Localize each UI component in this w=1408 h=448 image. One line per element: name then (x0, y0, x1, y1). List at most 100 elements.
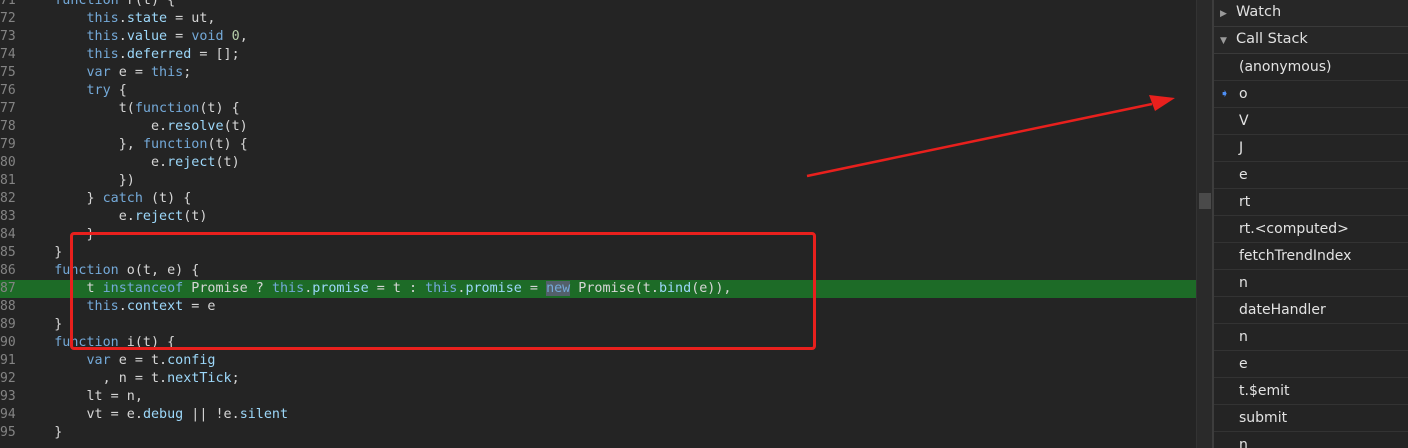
code-editor[interactable]: 71 function r(t) {72 this.state = ut, 73 … (0, 0, 1196, 448)
code-line[interactable]: 78 e.resolve(t) (0, 118, 1196, 136)
callstack-label: Call Stack (1236, 31, 1308, 47)
line-number[interactable]: 76 (0, 82, 16, 100)
line-number[interactable]: 94 (0, 406, 16, 424)
editor-vertical-scrollbar[interactable] (1196, 0, 1213, 448)
watch-label: Watch (1236, 4, 1282, 20)
callstack-frame[interactable]: rt.<computed> (1214, 216, 1408, 243)
line-number[interactable]: 75 (0, 64, 16, 82)
code-text: e.reject(t) (22, 155, 240, 170)
callstack-frame[interactable]: e (1214, 162, 1408, 189)
callstack-frame[interactable]: n (1214, 324, 1408, 351)
code-text: } (22, 425, 63, 440)
watch-section-header[interactable]: ▶ Watch (1214, 0, 1408, 27)
code-line[interactable]: 73 this.value = void 0, (0, 28, 1196, 46)
code-text: } (22, 317, 63, 332)
line-number[interactable]: 84 (0, 226, 16, 244)
line-number[interactable]: 89 (0, 316, 16, 334)
code-text: }) (22, 173, 135, 188)
code-line[interactable]: 76 try { (0, 82, 1196, 100)
code-text: lt = n, (22, 389, 143, 404)
callstack-frame-label: e (1239, 167, 1248, 183)
code-line[interactable]: 82 } catch (t) { (0, 190, 1196, 208)
code-line[interactable]: 93 lt = n, (0, 388, 1196, 406)
callstack-frame[interactable]: n (1214, 270, 1408, 297)
annotation-highlight-box (70, 232, 816, 350)
callstack-frame-label: submit (1239, 410, 1288, 426)
code-line[interactable]: 81 }) (0, 172, 1196, 190)
line-number[interactable]: 91 (0, 352, 16, 370)
scrollbar-thumb[interactable] (1199, 193, 1211, 209)
line-number[interactable]: 87 (0, 280, 16, 298)
code-line[interactable]: 92 , n = t.nextTick; (0, 370, 1196, 388)
code-text: this.deferred = []; (86, 47, 240, 62)
code-line[interactable]: 79 }, function(t) { (0, 136, 1196, 154)
code-line[interactable]: 83 e.reject(t) (0, 208, 1196, 226)
code-line[interactable]: 95 } (0, 424, 1196, 442)
line-number[interactable]: 74 (0, 46, 16, 64)
code-text: var e = this; (86, 65, 192, 80)
line-number[interactable]: 88 (0, 298, 16, 316)
callstack-frame-label: n (1239, 437, 1248, 448)
callstack-frame-label: n (1239, 329, 1248, 345)
code-text: var e = t.config (86, 353, 216, 368)
callstack-frame[interactable]: V (1214, 108, 1408, 135)
line-number[interactable]: 82 (0, 190, 16, 208)
code-text: }, function(t) { (22, 137, 248, 152)
code-line[interactable]: 72 this.state = ut, (0, 10, 1196, 28)
code-line[interactable]: 71 function r(t) { (0, 0, 1196, 10)
code-text: vt = e.debug || !e.silent (22, 407, 289, 422)
code-text: try { (86, 83, 127, 98)
callstack-frame-label: o (1239, 86, 1248, 102)
line-number[interactable]: 90 (0, 334, 16, 352)
debugger-sidebar: ▶ Watch ▼ Call Stack (anonymous) ➧ o V Je rt rt.… (1214, 0, 1408, 448)
line-number[interactable]: 95 (0, 424, 16, 442)
line-number[interactable]: 93 (0, 388, 16, 406)
callstack-frame[interactable]: n (1214, 432, 1408, 448)
code-text: e.resolve(t) (22, 119, 248, 134)
line-number[interactable]: 81 (0, 172, 16, 190)
code-text: t(function(t) { (22, 101, 240, 116)
line-number[interactable]: 86 (0, 262, 16, 280)
callstack-frame[interactable]: fetchTrendIndex (1214, 243, 1408, 270)
callstack-frame-label: V (1239, 113, 1249, 129)
line-number[interactable]: 73 (0, 28, 16, 46)
callstack-frame-label: e (1239, 356, 1248, 372)
code-line[interactable]: 74 this.deferred = []; (0, 46, 1196, 64)
callstack-frame-label: J (1239, 140, 1244, 156)
callstack-frame-label: dateHandler (1239, 302, 1326, 318)
line-number[interactable]: 85 (0, 244, 16, 262)
current-frame-arrow-icon: ➧ (1220, 87, 1230, 100)
callstack-frame[interactable]: J (1214, 135, 1408, 162)
callstack-frame-label: fetchTrendIndex (1239, 248, 1352, 264)
line-number[interactable]: 78 (0, 118, 16, 136)
code-line[interactable]: 77 t(function(t) { (0, 100, 1196, 118)
callstack-frame[interactable]: e (1214, 351, 1408, 378)
code-text: , n = t.nextTick; (22, 371, 240, 386)
callstack-frame-label: rt (1239, 194, 1251, 210)
line-number[interactable]: 80 (0, 154, 16, 172)
line-number[interactable]: 83 (0, 208, 16, 226)
code-text: e.reject(t) (22, 209, 208, 224)
callstack-frame-label: rt.<computed> (1239, 221, 1349, 237)
code-line[interactable]: 91 var e = t.config (0, 352, 1196, 370)
code-text: } catch (t) { (22, 191, 192, 206)
callstack-frame[interactable]: dateHandler (1214, 297, 1408, 324)
line-number[interactable]: 92 (0, 370, 16, 388)
triangle-down-icon: ▼ (1220, 36, 1227, 46)
code-line[interactable]: 80 e.reject(t) (0, 154, 1196, 172)
callstack-frame[interactable]: submit (1214, 405, 1408, 432)
code-text: this.value = void 0, (86, 29, 248, 44)
callstack-frame[interactable]: rt (1214, 189, 1408, 216)
callstack-section-header[interactable]: ▼ Call Stack (1214, 27, 1408, 54)
line-number[interactable]: 72 (0, 10, 16, 28)
callstack-frame-current[interactable]: ➧ o (1214, 81, 1408, 108)
code-line[interactable]: 94 vt = e.debug || !e.silent (0, 406, 1196, 424)
line-number[interactable]: 79 (0, 136, 16, 154)
callstack-frame[interactable]: (anonymous) (1214, 54, 1408, 81)
callstack-frame[interactable]: t.$emit (1214, 378, 1408, 405)
callstack-frame-label: t.$emit (1239, 383, 1290, 399)
line-number[interactable]: 71 (0, 0, 16, 10)
code-line[interactable]: 75 var e = this; (0, 64, 1196, 82)
line-number[interactable]: 77 (0, 100, 16, 118)
triangle-right-icon: ▶ (1220, 9, 1227, 19)
